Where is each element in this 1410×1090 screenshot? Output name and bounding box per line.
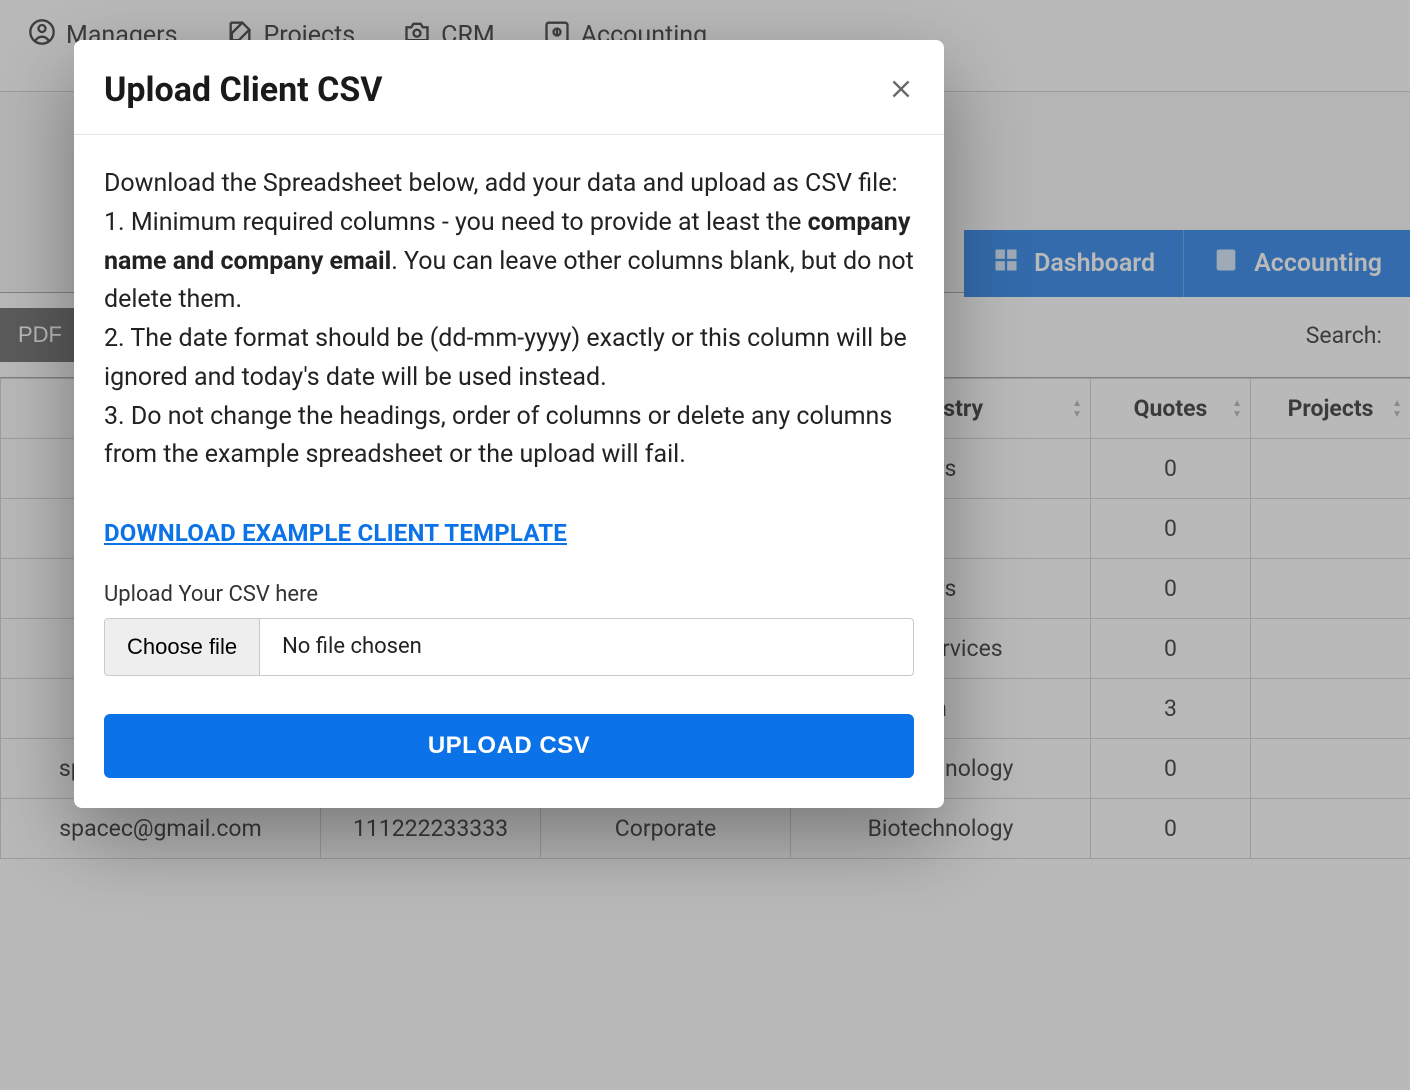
modal-header: Upload Client CSV (74, 40, 944, 135)
modal-close-button[interactable] (888, 76, 914, 105)
modal-intro: Download the Spreadsheet below, add your… (104, 165, 914, 204)
modal-item1: 1. Minimum required columns - you need t… (104, 204, 914, 320)
upload-label: Upload Your CSV here (104, 578, 914, 612)
file-status: No file chosen (260, 619, 444, 675)
modal-item2: 2. The date format should be (dd-mm-yyyy… (104, 320, 914, 398)
modal-item3: 3. Do not change the headings, order of … (104, 398, 914, 476)
modal-body: Download the Spreadsheet below, add your… (74, 135, 944, 808)
download-template-link[interactable]: DOWNLOAD EXAMPLE CLIENT TEMPLATE (104, 515, 567, 552)
upload-csv-modal: Upload Client CSV Download the Spreadshe… (74, 40, 944, 808)
close-icon (888, 90, 914, 105)
upload-csv-button[interactable]: UPLOAD CSV (104, 714, 914, 778)
file-input[interactable]: Choose file No file chosen (104, 618, 914, 676)
modal-title: Upload Client CSV (104, 70, 383, 110)
choose-file-button[interactable]: Choose file (105, 619, 260, 675)
